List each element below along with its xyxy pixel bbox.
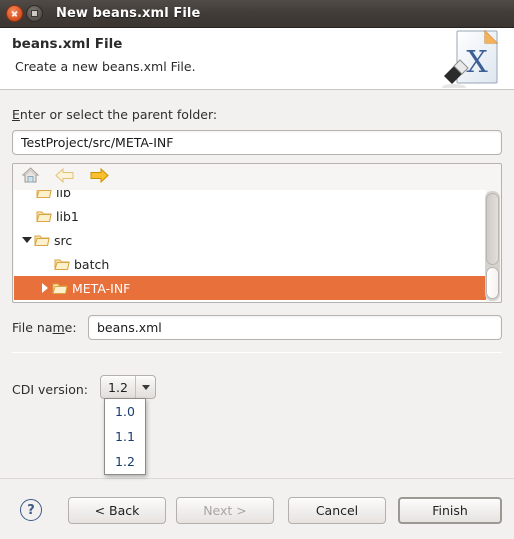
dialog-window: New beans.xml File beans.xml File Create…	[0, 0, 514, 539]
folder-tree-list[interactable]: lib lib1 src batch META-INF	[14, 190, 486, 302]
cdi-version-label: CDI version:	[12, 382, 89, 397]
scrollbar-track-upper[interactable]	[486, 193, 499, 265]
tree-row-label: META-INF	[72, 280, 131, 296]
scrollbar-thumb[interactable]	[486, 267, 499, 299]
folder-icon	[36, 190, 52, 199]
folder-icon	[52, 282, 68, 295]
dropdown-option-1-0[interactable]: 1.0	[105, 399, 145, 424]
next-button: Next >	[176, 497, 274, 524]
tree-row-label: src	[54, 232, 73, 248]
page-description: Create a new beans.xml File.	[15, 59, 196, 74]
chevron-down-icon[interactable]	[20, 237, 34, 243]
folder-tree-panel: lib lib1 src batch META-INF	[12, 163, 502, 303]
tree-row-label: lib	[56, 190, 71, 200]
tree-row[interactable]: lib	[14, 190, 486, 204]
page-title: beans.xml File	[12, 36, 123, 52]
section-divider	[12, 352, 502, 353]
file-name-value: beans.xml	[97, 320, 162, 335]
folder-tree-toolbar	[13, 164, 501, 190]
folder-icon	[36, 210, 52, 223]
dropdown-option-1-2[interactable]: 1.2	[105, 449, 145, 474]
tree-row-selected[interactable]: META-INF	[14, 276, 486, 300]
folder-icon	[34, 234, 50, 247]
maximize-icon[interactable]	[26, 5, 43, 22]
svg-text:X: X	[466, 45, 488, 80]
dialog-header: beans.xml File Create a new beans.xml Fi…	[0, 28, 514, 90]
file-name-label: File name:	[12, 320, 77, 335]
file-name-input[interactable]: beans.xml	[88, 315, 502, 340]
cancel-button[interactable]: Cancel	[288, 497, 386, 524]
tree-row[interactable]: lib1	[14, 204, 486, 228]
chevron-down-icon[interactable]	[135, 376, 155, 398]
cdi-version-dropdown-list[interactable]: 1.0 1.1 1.2	[104, 398, 146, 475]
xml-file-icon: X	[440, 29, 506, 90]
tree-row[interactable]: src	[14, 228, 486, 252]
forward-arrow-icon[interactable]	[90, 167, 109, 187]
back-button[interactable]: < Back	[68, 497, 166, 524]
parent-folder-label: Enter or select the parent folder:	[12, 107, 218, 122]
window-title: New beans.xml File	[56, 6, 201, 21]
title-bar: New beans.xml File	[0, 0, 514, 28]
folder-icon	[54, 258, 70, 271]
tree-row[interactable]: batch	[14, 252, 486, 276]
home-icon[interactable]	[21, 167, 40, 187]
parent-folder-input[interactable]: TestProject/src/META-INF	[12, 130, 502, 155]
cdi-version-value: 1.2	[108, 379, 128, 395]
tree-row-label: lib1	[56, 208, 79, 224]
dropdown-option-1-1[interactable]: 1.1	[105, 424, 145, 449]
dialog-body: Enter or select the parent folder: TestP…	[0, 90, 514, 485]
help-icon[interactable]: ?	[20, 499, 42, 521]
tree-row-label: batch	[74, 256, 110, 272]
chevron-right-icon[interactable]	[38, 283, 52, 293]
window-controls	[0, 5, 43, 22]
cdi-version-combobox[interactable]: 1.2	[100, 375, 156, 399]
tree-vertical-scrollbar[interactable]	[485, 191, 500, 301]
parent-folder-value: TestProject/src/META-INF	[21, 135, 174, 150]
back-arrow-icon[interactable]	[55, 167, 74, 187]
close-icon[interactable]	[6, 5, 23, 22]
finish-button[interactable]: Finish	[398, 497, 502, 524]
dialog-button-bar: ? < Back Next > Cancel Finish	[0, 478, 514, 539]
